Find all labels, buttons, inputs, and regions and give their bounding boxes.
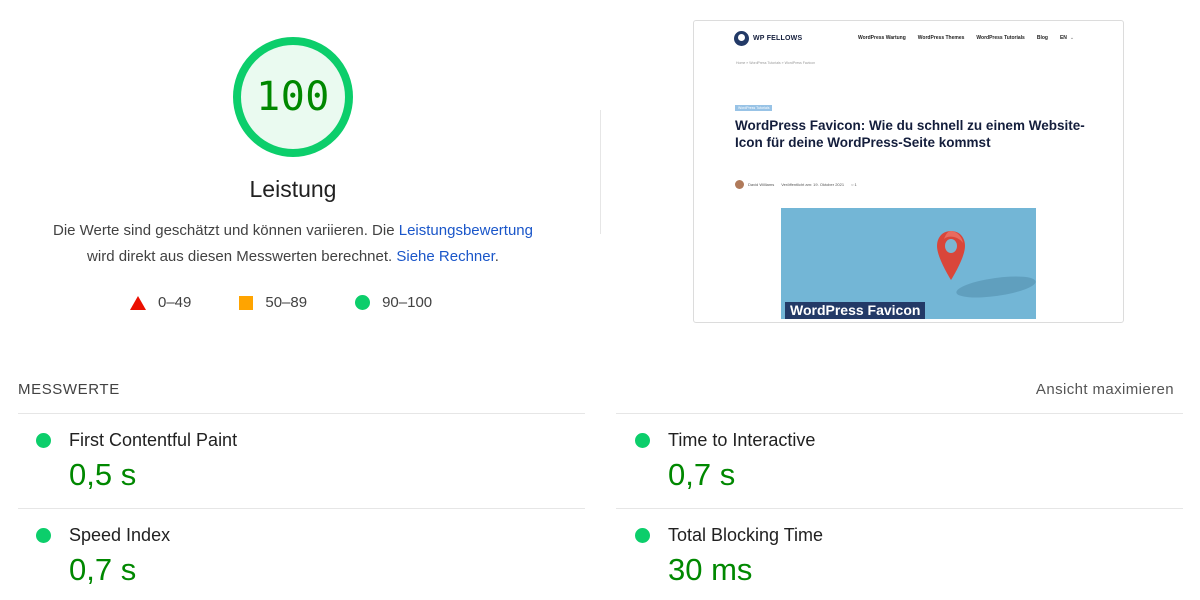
metric-total-blocking-time: Total Blocking Time 30 ms	[617, 509, 1177, 600]
publish-date: Veröffentlicht am: 19. Oktober 2021	[781, 182, 845, 187]
metric-value: 0,7 s	[668, 457, 736, 492]
site-logo: WP FELLOWS	[734, 31, 802, 46]
site-nav-item: WordPress Tutorials	[976, 35, 1025, 41]
vertical-divider	[600, 110, 601, 234]
pin-shadow	[955, 272, 1036, 302]
metric-speed-index: Speed Index 0,7 s	[18, 509, 578, 600]
author-name: David Williams	[748, 182, 775, 187]
site-breadcrumb: Home » WordPress Tutorials » WordPress F…	[736, 61, 816, 65]
expand-view-toggle[interactable]: Ansicht maximieren	[1036, 381, 1174, 398]
metric-value: 0,5 s	[69, 457, 137, 492]
metric-value: 30 ms	[668, 552, 753, 587]
legend-item-pass: 90–100	[355, 294, 432, 311]
site-nav-item: EN	[1059, 35, 1067, 41]
pass-circle-icon	[635, 433, 650, 448]
legend-label: 50–89	[265, 294, 308, 311]
performance-score-gauge: 100	[231, 35, 355, 159]
legend-item-average: 50–89	[239, 294, 307, 311]
site-nav-item: Blog	[1036, 35, 1048, 41]
pass-circle-icon	[36, 528, 51, 543]
circle-icon	[355, 295, 371, 310]
metric-name: First Contentful Paint	[69, 430, 238, 450]
chevron-down-icon: ⌄	[1069, 35, 1075, 41]
description-text: Die Werte sind geschätzt und können vari…	[52, 222, 399, 239]
page-screenshot-thumbnail[interactable]: WP FELLOWS WordPress Wartung WordPress T…	[693, 20, 1124, 323]
score-category-title: Leistung	[249, 176, 337, 202]
score-legend: 0–49 50–89 90–100	[130, 294, 432, 311]
metric-first-contentful-paint: First Contentful Paint 0,5 s	[18, 414, 578, 509]
metric-value: 0,7 s	[69, 552, 137, 587]
triangle-icon	[130, 295, 146, 310]
featured-image: WordPress Favicon	[781, 208, 1036, 319]
map-pin-icon	[937, 231, 965, 280]
site-nav-item: WordPress Themes	[917, 35, 965, 41]
article-meta: David Williams Veröffentlicht am: 19. Ok…	[735, 180, 864, 189]
logo-icon	[734, 31, 749, 46]
score-value: 100	[256, 74, 330, 120]
description-text: .	[494, 248, 499, 265]
site-nav: WordPress Wartung WordPress Themes WordP…	[858, 35, 1086, 41]
image-caption: WordPress Favicon	[785, 302, 926, 319]
metric-name: Speed Index	[69, 525, 171, 545]
legend-label: 90–100	[382, 294, 433, 311]
legend-label: 0–49	[158, 294, 192, 311]
pass-circle-icon	[635, 528, 650, 543]
comment-count: 1	[854, 182, 857, 187]
score-description: Die Werte sind geschätzt und können vari…	[40, 218, 546, 270]
site-nav-item: WordPress Wartung	[858, 35, 906, 41]
metric-time-to-interactive: Time to Interactive 0,7 s	[617, 414, 1177, 509]
logo-text: WP FELLOWS	[753, 35, 803, 42]
comment-icon: ○	[851, 182, 854, 187]
metrics-heading: MESSWERTE	[18, 381, 120, 398]
square-icon	[239, 295, 254, 310]
legend-item-fail: 0–49	[130, 294, 191, 311]
description-text: wird direkt aus diesen Messwerten berech…	[87, 248, 397, 265]
performance-scoring-link[interactable]: Leistungsbewertung	[399, 222, 533, 239]
article-title: WordPress Favicon: Wie du schnell zu ein…	[735, 118, 1085, 150]
pass-circle-icon	[36, 433, 51, 448]
category-badge: WordPress Tutorials	[735, 105, 773, 111]
avatar	[735, 180, 744, 189]
calculator-link[interactable]: Siehe Rechner	[396, 248, 494, 265]
metric-name: Time to Interactive	[668, 430, 816, 450]
metric-name: Total Blocking Time	[668, 525, 824, 545]
